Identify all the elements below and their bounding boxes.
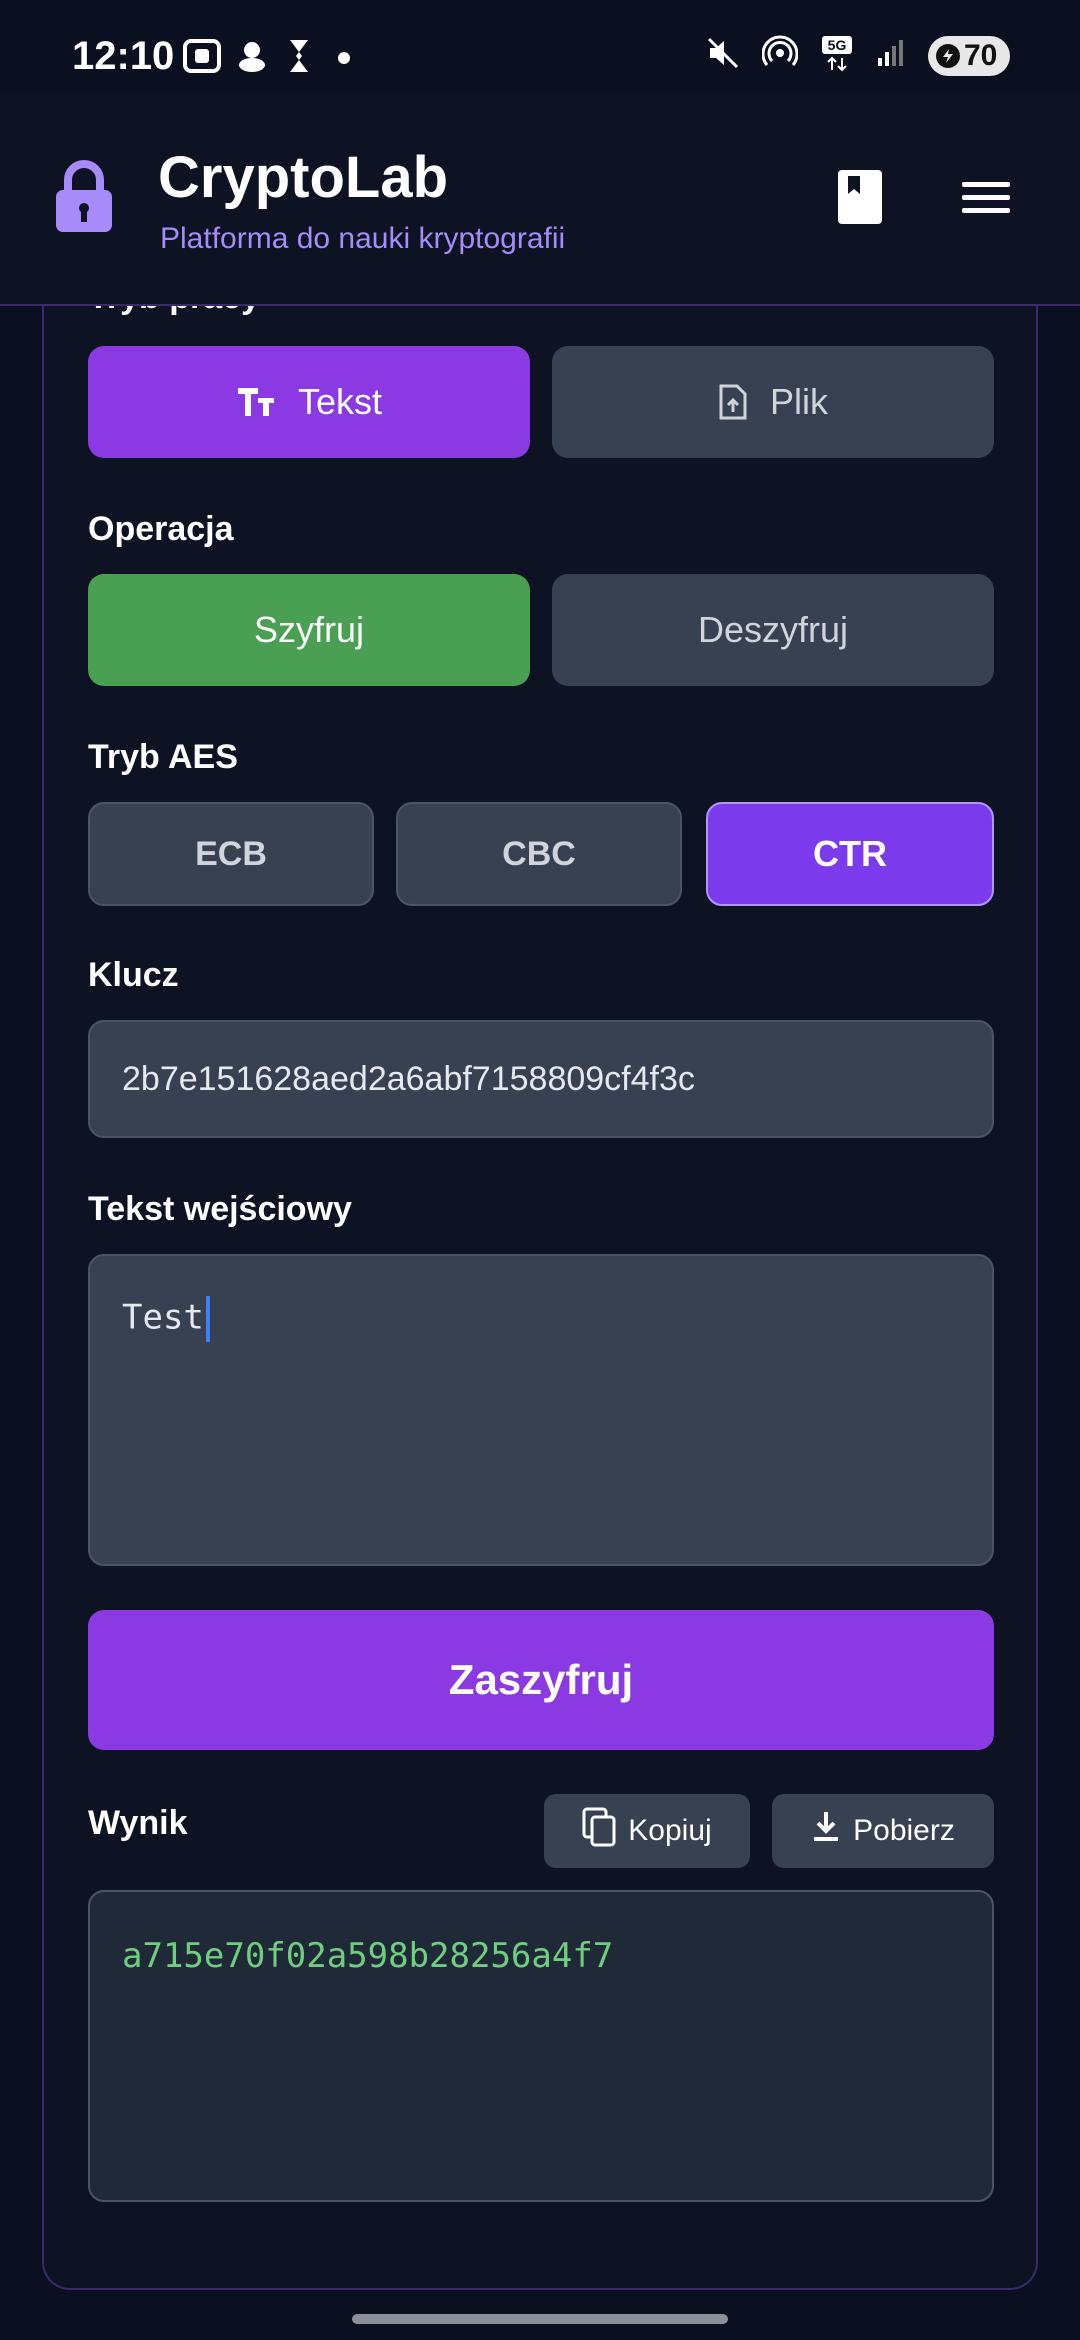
result-output[interactable]: a715e70f02a598b28256a4f7 (88, 1890, 994, 2202)
mode-file-label: Plik (769, 381, 828, 422)
aes-mode-ctr-button[interactable]: CTR (706, 802, 994, 906)
svg-text:5G: 5G (828, 37, 847, 53)
operation-label: Operacja (88, 510, 234, 548)
copy-label: Kopiuj (628, 1814, 712, 1847)
copy-button[interactable]: Kopiuj (544, 1794, 750, 1868)
text-cursor (205, 1296, 210, 1342)
input-text-area[interactable]: Test (88, 1254, 994, 1566)
download-button[interactable]: Pobierz (772, 1794, 994, 1868)
battery-saver-icon (936, 43, 960, 68)
encrypt-submit-button[interactable]: Zaszyfruj (88, 1610, 994, 1750)
encrypt-option-button[interactable]: Szyfruj (88, 574, 530, 686)
aes-mode-ctr-label: CTR (813, 833, 887, 874)
book-icon[interactable] (834, 168, 886, 226)
battery-indicator: 70 (928, 35, 1010, 76)
result-label: Wynik (88, 1804, 188, 1842)
aes-mode-ecb-button[interactable]: ECB (88, 802, 374, 906)
mode-file-button[interactable]: Plik (552, 346, 994, 458)
encrypt-option-label: Szyfruj (253, 609, 365, 650)
key-input[interactable]: 2b7e151628aed2a6abf7158809cf4f3c (88, 1020, 994, 1138)
status-bar: 12:10 5G 70 (0, 0, 1080, 92)
network-5g-icon: 5G (820, 34, 854, 77)
mute-icon (706, 36, 740, 75)
aes-mode-ecb-label: ECB (195, 834, 267, 873)
key-label: Klucz (88, 956, 179, 994)
decrypt-option-label: Deszyfruj (697, 609, 849, 650)
home-indicator[interactable] (352, 2314, 728, 2324)
app-subtitle: Platforma do nauki kryptografii (160, 222, 566, 255)
result-value: a715e70f02a598b28256a4f7 (122, 1936, 614, 1976)
app-header: CryptoLab Platforma do nauki kryptografi… (0, 92, 1080, 306)
aes-mode-cbc-button[interactable]: CBC (396, 802, 682, 906)
copy-icon (582, 1807, 616, 1855)
mode-text-button[interactable]: Tekst (88, 346, 530, 458)
lock-icon (54, 158, 114, 234)
text-format-icon (236, 386, 276, 418)
app-title: CryptoLab (158, 145, 448, 210)
decrypt-option-button[interactable]: Deszyfruj (552, 574, 994, 686)
hotspot-icon (761, 35, 799, 76)
battery-level: 70 (964, 38, 998, 72)
mode-text-label: Tekst (297, 381, 383, 422)
hamburger-menu-icon[interactable] (960, 180, 1012, 216)
download-label: Pobierz (853, 1814, 955, 1847)
download-icon (811, 1810, 841, 1852)
key-value: 2b7e151628aed2a6abf7158809cf4f3c (122, 1060, 695, 1098)
screenshot-icon (182, 36, 222, 76)
status-time: 12:10 (72, 34, 175, 78)
encrypt-submit-label: Zaszyfruj (448, 1656, 634, 1703)
more-notifications-dot (338, 52, 350, 64)
input-text-label: Tekst wejściowy (88, 1190, 352, 1228)
app-notification-icon (234, 36, 270, 76)
input-text-value: Test (122, 1297, 204, 1338)
app-notification-icon-2 (282, 36, 316, 76)
aes-mode-cbc-label: CBC (502, 834, 576, 873)
aes-mode-label: Tryb AES (88, 738, 238, 776)
file-upload-icon (718, 383, 748, 421)
input-text-value-wrap: Test (122, 1296, 210, 1342)
signal-icon (876, 38, 906, 73)
